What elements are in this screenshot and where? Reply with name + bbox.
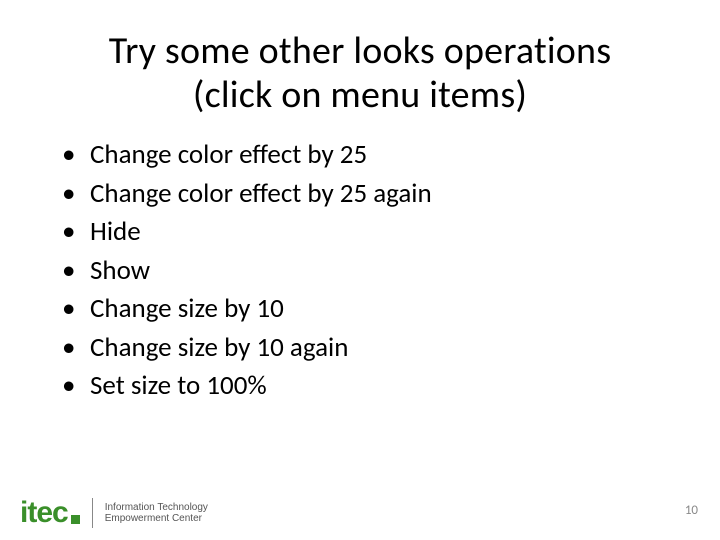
list-item: Set size to 100% <box>54 368 666 404</box>
list-item: Change size by 10 <box>54 291 666 327</box>
logo-mark: itec <box>20 498 80 528</box>
logo-tagline-line-2: Empowerment Center <box>105 513 202 524</box>
bullet-text: Hide <box>90 215 141 248</box>
bullet-text: Change size by 10 again <box>90 331 348 364</box>
list-item: Change color effect by 25 <box>54 137 666 173</box>
bullet-text: Change color effect by 25 <box>90 138 367 171</box>
page-number: 10 <box>685 503 698 518</box>
slide: Try some other looks operations (click o… <box>0 0 720 540</box>
logo-tagline: Information Technology Empowerment Cente… <box>105 502 208 525</box>
title-line-1: Try some other looks operations <box>109 28 612 74</box>
list-item: Change size by 10 again <box>54 330 666 366</box>
list-item: Hide <box>54 214 666 250</box>
slide-footer: itec Information Technology Empowerment … <box>0 484 720 532</box>
bullet-text: Show <box>90 254 150 287</box>
logo-square-icon <box>71 515 80 524</box>
footer-logo: itec Information Technology Empowerment … <box>20 498 208 528</box>
bullet-list: Change color effect by 25 Change color e… <box>54 137 666 404</box>
bullet-text: Set size to 100% <box>90 369 267 402</box>
list-item: Show <box>54 253 666 289</box>
slide-body: Change color effect by 25 Change color e… <box>0 117 720 404</box>
logo-mark-text: itec <box>20 498 68 528</box>
slide-title: Try some other looks operations (click o… <box>0 0 720 117</box>
list-item: Change color effect by 25 again <box>54 176 666 212</box>
bullet-text: Change color effect by 25 again <box>90 177 432 210</box>
logo-divider <box>92 498 93 528</box>
title-line-2: (click on menu items) <box>193 72 527 118</box>
bullet-text: Change size by 10 <box>90 292 284 325</box>
logo-tagline-line-1: Information Technology <box>105 502 208 513</box>
